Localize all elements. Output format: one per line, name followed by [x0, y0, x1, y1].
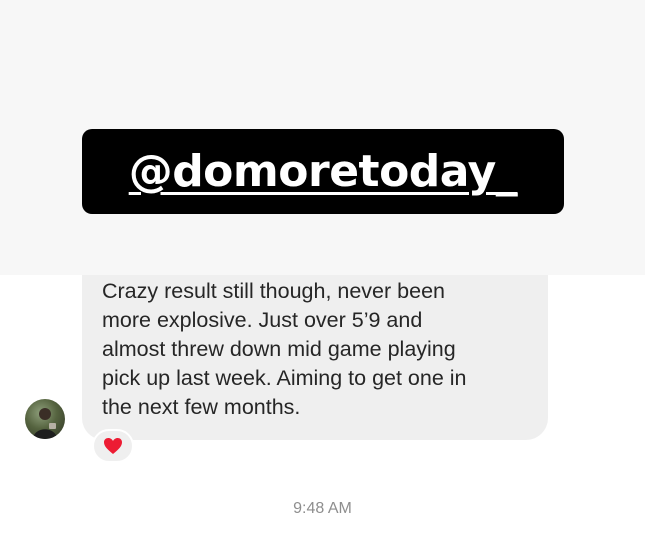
handle-text: @domoretoday_ — [128, 146, 518, 197]
message-line: almost threw down mid game playing — [102, 337, 456, 361]
avatar[interactable] — [25, 399, 65, 439]
message-line: pick up last week. Aiming to get one in — [102, 366, 467, 390]
reaction-badge[interactable] — [92, 429, 134, 463]
message-line: more explosive. Just over 5’9 and — [102, 308, 423, 332]
avatar-image — [33, 408, 57, 439]
message-line: Crazy result still though, never been — [102, 279, 445, 303]
message-text: Crazy result still though, never been mo… — [102, 277, 532, 422]
message-line: the next few months. — [102, 395, 301, 419]
heart-icon — [104, 438, 122, 454]
message-timestamp: 9:48 AM — [293, 500, 352, 517]
handle-tag: @domoretoday_ — [82, 129, 564, 214]
